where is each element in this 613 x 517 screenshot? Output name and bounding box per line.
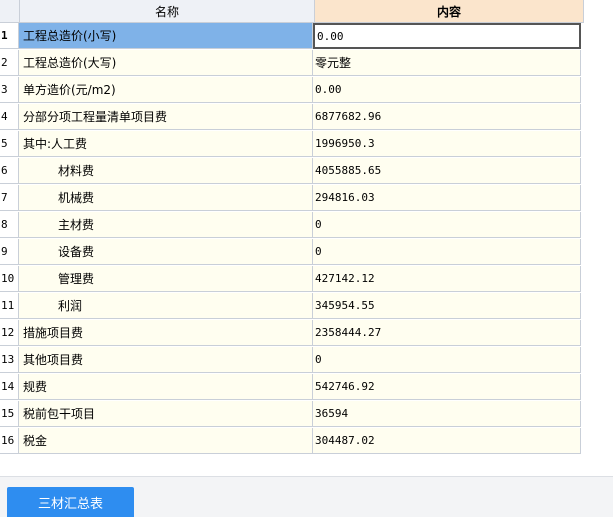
- row-number[interactable]: 6: [0, 158, 19, 184]
- value-cell[interactable]: 1996950.3: [313, 131, 581, 157]
- value-cell[interactable]: 0: [313, 212, 581, 238]
- name-cell[interactable]: 机械费: [19, 185, 313, 211]
- row-number[interactable]: 9: [0, 239, 19, 265]
- grid-header: 名称 内容: [0, 0, 613, 23]
- table-row[interactable]: 15 税前包干项目 36594: [0, 401, 613, 428]
- name-cell[interactable]: 措施项目费: [19, 320, 313, 346]
- row-number[interactable]: 5: [0, 131, 19, 157]
- value-cell[interactable]: 0.00: [313, 23, 581, 49]
- name-cell[interactable]: 设备费: [19, 239, 313, 265]
- table-row[interactable]: 6 材料费 4055885.65: [0, 158, 613, 185]
- table-row[interactable]: 8 主材费 0: [0, 212, 613, 239]
- name-cell[interactable]: 材料费: [19, 158, 313, 184]
- column-header-content[interactable]: 内容: [315, 0, 584, 23]
- table-row[interactable]: 5 其中:人工费 1996950.3: [0, 131, 613, 158]
- table-row[interactable]: 7 机械费 294816.03: [0, 185, 613, 212]
- value-cell[interactable]: 36594: [313, 401, 581, 427]
- name-cell[interactable]: 分部分项工程量清单项目费: [19, 104, 313, 130]
- value-cell[interactable]: 294816.03: [313, 185, 581, 211]
- bottom-tab-bar: 三材汇总表: [0, 476, 613, 517]
- name-cell[interactable]: 主材费: [19, 212, 313, 238]
- row-number[interactable]: 3: [0, 77, 19, 103]
- name-cell[interactable]: 管理费: [19, 266, 313, 292]
- table-row[interactable]: 9 设备费 0: [0, 239, 613, 266]
- value-cell[interactable]: 零元整: [313, 50, 581, 76]
- value-cell[interactable]: 345954.55: [313, 293, 581, 319]
- value-cell[interactable]: 304487.02: [313, 428, 581, 454]
- value-cell[interactable]: 4055885.65: [313, 158, 581, 184]
- row-number[interactable]: 8: [0, 212, 19, 238]
- table-row[interactable]: 12 措施项目费 2358444.27: [0, 320, 613, 347]
- summary-grid: 名称 内容 1 工程总造价(小写) 0.00 2 工程总造价(大写) 零元整 3…: [0, 0, 613, 476]
- row-number[interactable]: 4: [0, 104, 19, 130]
- row-number[interactable]: 11: [0, 293, 19, 319]
- row-number[interactable]: 12: [0, 320, 19, 346]
- name-cell[interactable]: 税前包干项目: [19, 401, 313, 427]
- grid-body: 1 工程总造价(小写) 0.00 2 工程总造价(大写) 零元整 3 单方造价(…: [0, 23, 613, 455]
- value-cell[interactable]: 0: [313, 239, 581, 265]
- name-cell[interactable]: 其中:人工费: [19, 131, 313, 157]
- row-number[interactable]: 7: [0, 185, 19, 211]
- value-cell[interactable]: 2358444.27: [313, 320, 581, 346]
- name-cell[interactable]: 工程总造价(大写): [19, 50, 313, 76]
- value-cell[interactable]: 542746.92: [313, 374, 581, 400]
- name-cell[interactable]: 利润: [19, 293, 313, 319]
- header-filler: [584, 0, 613, 22]
- table-row[interactable]: 16 税金 304487.02: [0, 428, 613, 455]
- column-header-name[interactable]: 名称: [20, 0, 315, 23]
- name-cell[interactable]: 单方造价(元/m2): [19, 77, 313, 103]
- row-number[interactable]: 16: [0, 428, 19, 454]
- table-row[interactable]: 11 利润 345954.55: [0, 293, 613, 320]
- value-cell[interactable]: 0.00: [313, 77, 581, 103]
- row-number[interactable]: 13: [0, 347, 19, 373]
- value-cell[interactable]: 6877682.96: [313, 104, 581, 130]
- table-row[interactable]: 13 其他项目费 0: [0, 347, 613, 374]
- value-cell[interactable]: 0: [313, 347, 581, 373]
- row-number[interactable]: 10: [0, 266, 19, 292]
- row-number[interactable]: 2: [0, 50, 19, 76]
- tab-materials-summary[interactable]: 三材汇总表: [7, 487, 134, 517]
- row-number[interactable]: 14: [0, 374, 19, 400]
- row-number[interactable]: 15: [0, 401, 19, 427]
- name-cell[interactable]: 其他项目费: [19, 347, 313, 373]
- table-row[interactable]: 10 管理费 427142.12: [0, 266, 613, 293]
- name-cell[interactable]: 规费: [19, 374, 313, 400]
- value-cell[interactable]: 427142.12: [313, 266, 581, 292]
- table-row[interactable]: 3 单方造价(元/m2) 0.00: [0, 77, 613, 104]
- corner-cell[interactable]: [0, 0, 20, 23]
- row-number[interactable]: 1: [0, 23, 19, 49]
- table-row[interactable]: 4 分部分项工程量清单项目费 6877682.96: [0, 104, 613, 131]
- table-row[interactable]: 1 工程总造价(小写) 0.00: [0, 23, 613, 50]
- table-row[interactable]: 2 工程总造价(大写) 零元整: [0, 50, 613, 77]
- table-row[interactable]: 14 规费 542746.92: [0, 374, 613, 401]
- name-cell[interactable]: 税金: [19, 428, 313, 454]
- name-cell[interactable]: 工程总造价(小写): [19, 23, 313, 49]
